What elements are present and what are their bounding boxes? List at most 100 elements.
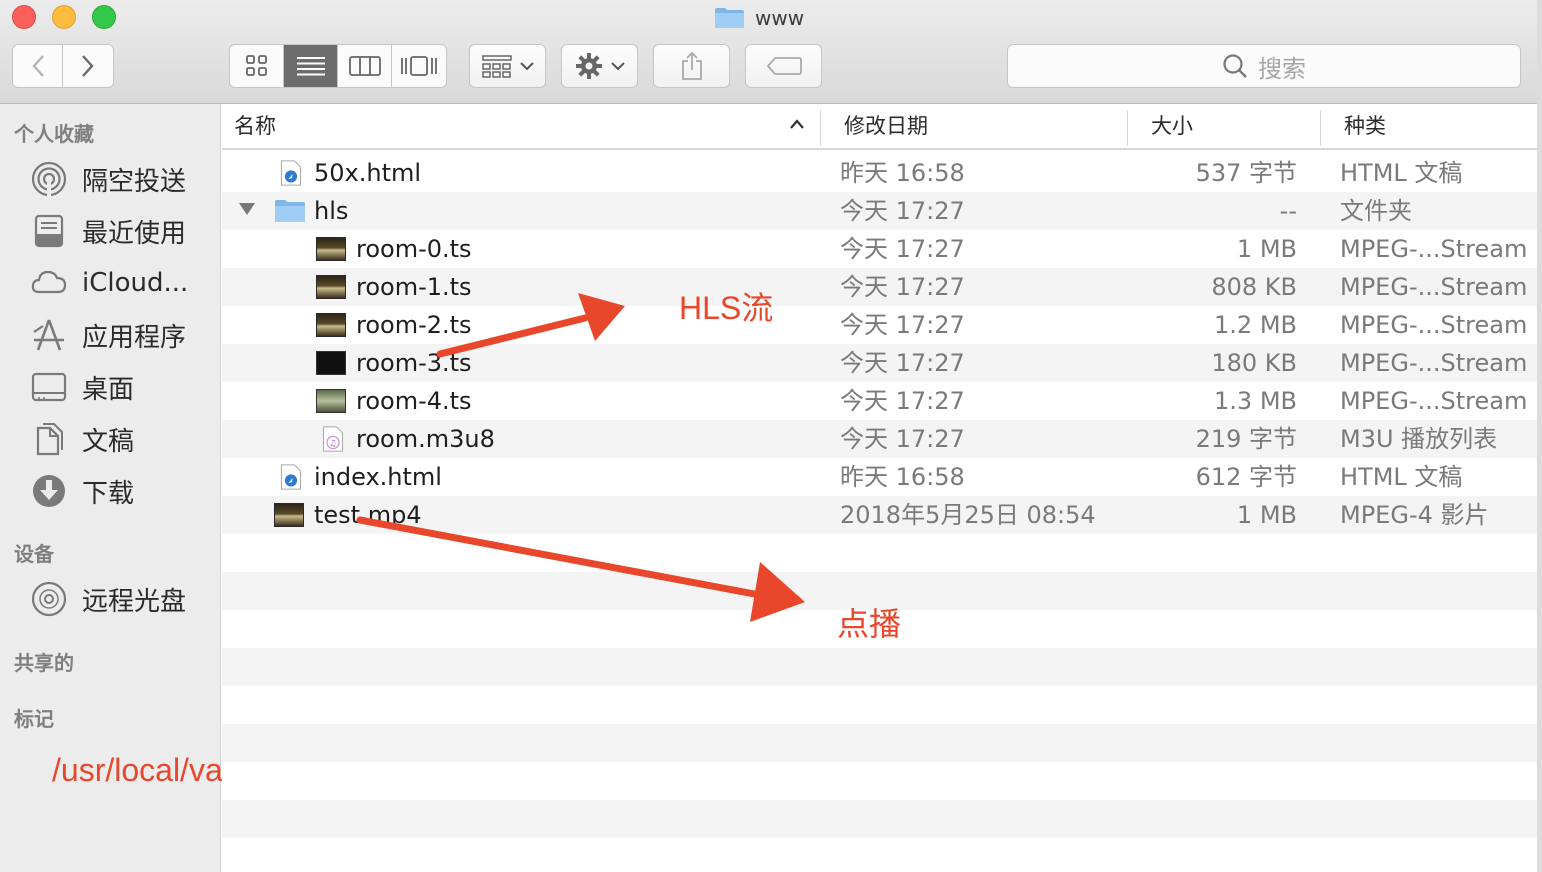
file-size: 1.2 MB — [1214, 311, 1297, 339]
column-date[interactable]: 修改日期 — [832, 104, 1128, 150]
html-file-icon — [280, 464, 302, 490]
file-kind: 文件夹 — [1340, 197, 1412, 225]
icon-view-button[interactable] — [230, 45, 284, 87]
minimize-window-button[interactable] — [52, 5, 76, 29]
forward-button[interactable] — [63, 45, 113, 87]
file-name: 50x.html — [314, 159, 422, 187]
chevron-right-icon — [82, 55, 94, 77]
sidebar-item-label: 最近使用 — [82, 218, 187, 249]
table-row[interactable]: test.mp4 2018年5月25日 08:54 1 MB MPEG-4 影片 — [222, 496, 1537, 534]
column-name[interactable]: 名称 — [222, 104, 820, 150]
sidebar-item-recents[interactable]: 最近使用 — [30, 211, 186, 251]
sidebar-item-label: iCloud... — [82, 268, 189, 298]
file-size: 219 字节 — [1195, 425, 1297, 453]
file-kind: MPEG-...Stream — [1340, 273, 1528, 301]
share-button[interactable] — [653, 44, 730, 88]
disc-icon — [31, 581, 67, 617]
action-button[interactable] — [561, 44, 638, 88]
file-size: 180 KB — [1211, 349, 1297, 377]
chevron-left-icon — [31, 55, 44, 77]
table-row[interactable]: index.html 昨天 16:58 612 字节 HTML 文稿 — [222, 458, 1537, 496]
table-row[interactable]: 50x.html 昨天 16:58 537 字节 HTML 文稿 — [222, 154, 1537, 192]
column-view-button[interactable] — [338, 45, 392, 87]
documents-icon — [36, 423, 63, 456]
annotation-vod: 点播 — [837, 606, 902, 642]
file-kind: MPEG-...Stream — [1340, 387, 1528, 415]
tag-icon — [766, 57, 802, 75]
video-thumbnail-icon — [316, 389, 346, 413]
sidebar-item-label: 桌面 — [82, 374, 135, 405]
empty-row — [222, 762, 1537, 800]
video-thumbnail-icon — [316, 237, 346, 261]
sidebar-item-desktop[interactable]: 桌面 — [30, 367, 134, 407]
file-size: 612 字节 — [1195, 463, 1297, 491]
video-thumbnail-icon — [316, 313, 346, 337]
annotation-hls: HLS流 — [679, 290, 774, 326]
close-window-button[interactable] — [12, 5, 36, 29]
grid-icon — [245, 55, 267, 76]
table-row[interactable]: ♫ room.m3u8 今天 17:27 219 字节 M3U 播放列表 — [222, 420, 1537, 458]
file-kind: MPEG-...Stream — [1340, 311, 1528, 339]
sidebar-item-downloads[interactable]: 下载 — [30, 471, 134, 511]
file-list: 名称 修改日期 大小 种类 50x.html 昨天 16:58 537 字节 H… — [222, 104, 1537, 872]
sidebar-item-airdrop[interactable]: 隔空投送 — [30, 159, 186, 199]
file-date: 昨天 16:58 — [840, 463, 965, 491]
recents-icon — [34, 214, 64, 248]
column-size[interactable]: 大小 — [1139, 104, 1321, 150]
empty-row — [222, 724, 1537, 762]
file-date: 今天 17:27 — [840, 425, 965, 453]
toolbar: www 搜索 — [0, 0, 1537, 104]
sidebar-item-remote-disc[interactable]: 远程光盘 — [30, 579, 186, 619]
table-row[interactable]: hls 今天 17:27 -- 文件夹 — [222, 192, 1537, 230]
table-row[interactable]: room-1.ts 今天 17:27 808 KB MPEG-...Stream — [222, 268, 1537, 306]
sidebar-item-documents[interactable]: 文稿 — [30, 419, 134, 459]
file-kind: HTML 文稿 — [1340, 159, 1463, 187]
tag-button[interactable] — [745, 44, 822, 88]
file-kind: M3U 播放列表 — [1340, 425, 1498, 453]
back-button[interactable] — [13, 45, 63, 87]
sidebar-section-tags: 标记 — [14, 707, 54, 731]
svg-text:♫: ♫ — [329, 439, 337, 449]
columns-icon — [348, 56, 381, 76]
file-name: room-1.ts — [356, 273, 472, 301]
nav-buttons — [12, 44, 114, 88]
sidebar-item-icloud[interactable]: iCloud... — [30, 263, 188, 303]
file-size: 1 MB — [1236, 501, 1297, 529]
zoom-window-button[interactable] — [92, 5, 116, 29]
search-placeholder: 搜索 — [1258, 54, 1306, 83]
arrange-grid-icon — [481, 55, 512, 78]
file-size: 537 字节 — [1195, 159, 1297, 187]
table-row[interactable]: room-3.ts 今天 17:27 180 KB MPEG-...Stream — [222, 344, 1537, 382]
file-date: 今天 17:27 — [840, 197, 965, 225]
cover-flow-view-button[interactable] — [392, 45, 446, 87]
sidebar-section-favorites: 个人收藏 — [14, 122, 94, 146]
sidebar-item-label: 远程光盘 — [82, 586, 187, 617]
window-edge — [1537, 0, 1542, 872]
table-row[interactable]: room-2.ts 今天 17:27 1.2 MB MPEG-...Stream — [222, 306, 1537, 344]
share-icon — [681, 51, 702, 80]
file-kind: MPEG-4 影片 — [1340, 501, 1489, 529]
file-date: 今天 17:27 — [840, 273, 965, 301]
video-thumbnail-icon — [274, 503, 304, 527]
file-date: 今天 17:27 — [840, 387, 965, 415]
empty-row — [222, 838, 1537, 872]
file-kind: MPEG-...Stream — [1340, 349, 1528, 377]
airdrop-icon — [31, 161, 67, 197]
table-row[interactable]: room-4.ts 今天 17:27 1.3 MB MPEG-...Stream — [222, 382, 1537, 420]
disclosure-triangle-icon[interactable] — [238, 202, 256, 216]
file-name: hls — [314, 197, 349, 225]
arrange-button[interactable] — [469, 44, 546, 88]
sort-ascending-icon — [790, 119, 804, 129]
list-icon — [296, 57, 325, 76]
table-row[interactable]: room-0.ts 今天 17:27 1 MB MPEG-...Stream — [222, 230, 1537, 268]
column-kind[interactable]: 种类 — [1332, 104, 1532, 150]
file-date: 今天 17:27 — [840, 235, 965, 263]
gear-icon — [575, 53, 602, 79]
folder-icon — [275, 200, 305, 222]
window-title-text: www — [755, 6, 805, 30]
search-field[interactable]: 搜索 — [1007, 44, 1521, 88]
sidebar-item-applications[interactable]: 应用程序 — [30, 315, 186, 355]
list-view-button[interactable] — [284, 45, 338, 87]
desktop-icon — [31, 372, 67, 402]
cloud-icon — [31, 270, 67, 294]
